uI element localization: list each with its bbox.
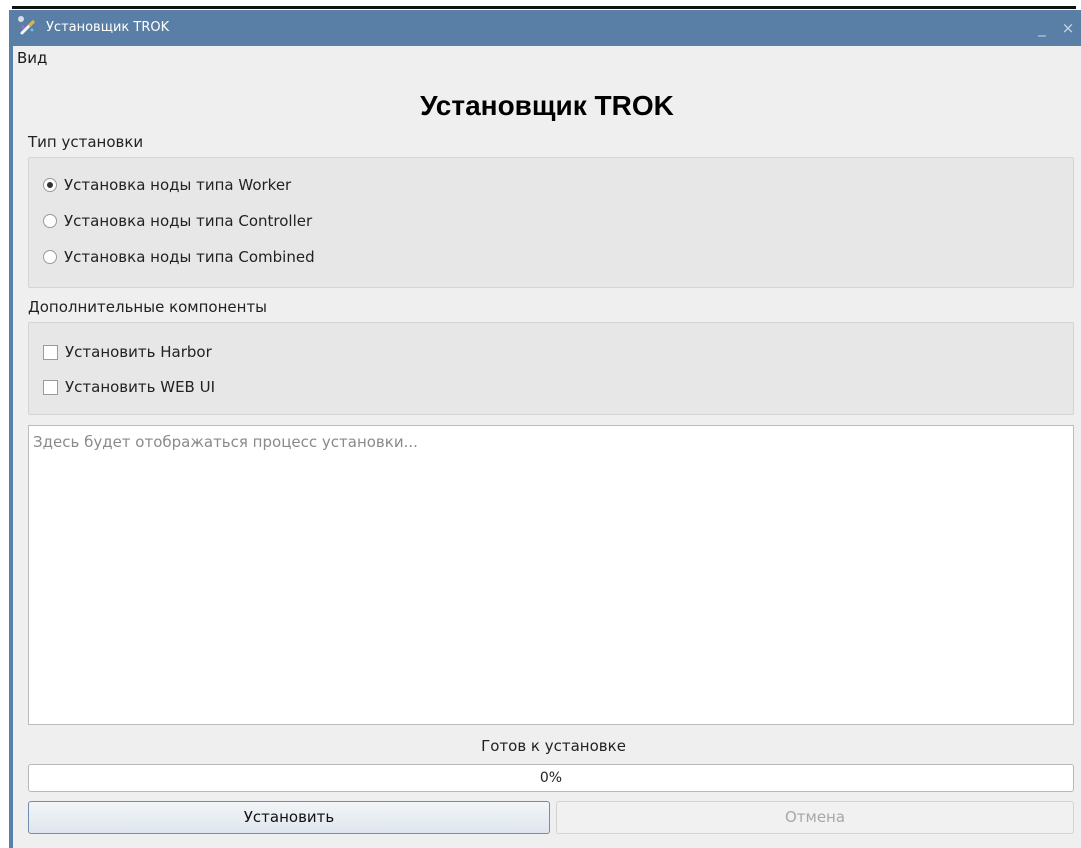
window-title: Установщик TROK [46,20,170,35]
radio-indicator-controller[interactable] [43,214,57,228]
radio-worker[interactable]: Установка ноды типа Worker [43,176,291,194]
minimize-icon[interactable]: _ [1031,10,1053,46]
screen-top-edge [0,0,1081,10]
checkbox-webui-label: Установить WEB UI [65,378,216,396]
install-log-textarea[interactable]: Здесь будет отображаться процесс установ… [28,425,1074,725]
checkbox-indicator-harbor[interactable] [43,344,58,360]
install-log-placeholder: Здесь будет отображаться процесс установ… [33,433,418,451]
checkbox-harbor-label: Установить Harbor [65,343,212,361]
checkbox-indicator-webui[interactable] [43,379,58,395]
status-label: Готов к установке [481,737,626,755]
radio-controller-label: Установка ноды типа Controller [64,212,313,230]
menu-item-view[interactable]: Вид [15,49,49,67]
radio-worker-label: Установка ноды типа Worker [64,176,292,194]
progress-text: 0% [539,770,563,786]
title-bar[interactable]: Установщик TROK _ × [13,10,1081,46]
close-icon[interactable]: × [1057,10,1079,46]
checkbox-webui[interactable]: Установить WEB UI [43,378,215,396]
checkbox-harbor[interactable]: Установить Harbor [43,343,212,361]
extra-components-group: Установить Harbor Установить WEB UI [28,322,1074,415]
radio-indicator-combined[interactable] [43,250,57,264]
extra-components-label: Дополнительные компоненты [28,298,268,316]
installer-window: Установщик TROK _ × Вид Установщик TROK … [9,10,1081,848]
radio-controller[interactable]: Установка ноды типа Controller [43,212,312,230]
installer-wand-icon [18,16,35,35]
menu-bar: Вид [13,46,1081,72]
screen-top-border [12,6,1076,9]
radio-indicator-worker[interactable] [43,178,57,192]
page-title: Установщик TROK [420,90,674,121]
radio-combined[interactable]: Установка ноды типа Combined [43,248,315,266]
install-type-label: Тип установки [28,133,144,151]
progress-bar: 0% [28,764,1074,792]
radio-combined-label: Установка ноды типа Combined [64,248,315,266]
install-button[interactable]: Установить [28,801,550,834]
cancel-button[interactable]: Отмена [556,801,1074,834]
install-type-group: Установка ноды типа Worker Установка нод… [28,157,1074,288]
